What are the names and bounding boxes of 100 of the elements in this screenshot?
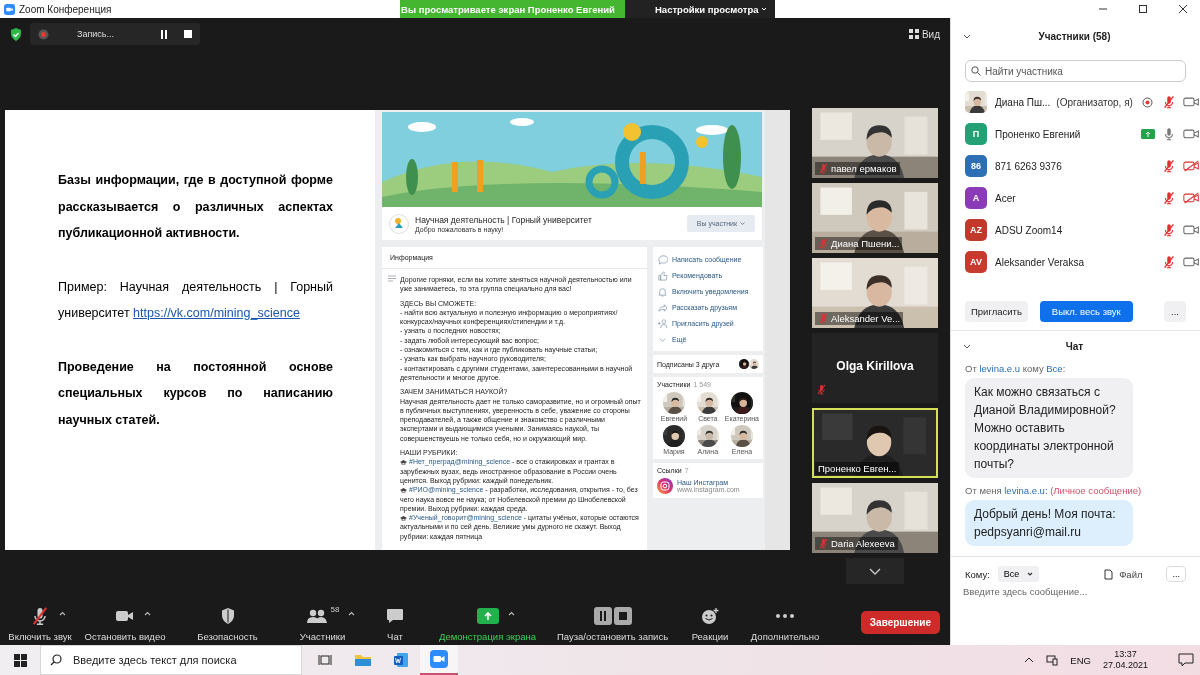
toolbar-button[interactable]: 58 Участники (285, 600, 360, 645)
participant-row[interactable]: A Acer (951, 182, 1200, 214)
invite-icon (657, 317, 668, 329)
video-icon[interactable] (1182, 256, 1200, 268)
emoji-icon (700, 607, 720, 625)
more-button[interactable]: ... (1166, 566, 1186, 582)
close-icon[interactable] (1178, 4, 1188, 14)
notification-icon[interactable] (1178, 653, 1194, 667)
file-button[interactable]: Файл (1098, 567, 1149, 581)
mic-muted-icon[interactable] (1161, 255, 1176, 269)
toolbar-button[interactable]: Пауза/остановить запись (545, 600, 680, 645)
slide-text: Проведение на постоянной основе специальных курсов по написанию научных статей. (58, 358, 333, 429)
windows-start-icon[interactable] (13, 653, 27, 667)
search-icon (971, 66, 981, 76)
recording-label: Запись... (77, 29, 116, 39)
collapse-icon[interactable] (963, 33, 971, 39)
slide-text: Базы информации, где в доступной форме рассказывается о различных аспектах публикационной активности. (58, 172, 333, 242)
link[interactable]: https://vk.com/mining_science (133, 306, 300, 320)
group-title: Научная деятельность | Горный университет (415, 214, 592, 225)
toolbar-button[interactable]: Безопасность (170, 600, 285, 645)
video-icon[interactable] (1182, 224, 1200, 236)
participant-name: 871 6263 9376 (995, 160, 1062, 172)
word-app-icon[interactable] (393, 652, 409, 668)
caret-icon[interactable] (59, 611, 66, 616)
taskbar-app-button[interactable] (420, 645, 458, 675)
message-sender: От levina.e.u кому Все: (965, 363, 1067, 374)
participant-row[interactable]: 86 871 6263 9376 (951, 150, 1200, 182)
mic-muted-icon[interactable] (1161, 95, 1176, 109)
participant-name: Aleksander Ve... (831, 313, 901, 324)
caret-icon[interactable] (348, 611, 356, 616)
list-icon (388, 275, 396, 282)
chevron-up-icon[interactable] (1024, 657, 1035, 663)
avatar: AZ (965, 219, 987, 241)
search-field[interactable]: Найти участника (965, 60, 1186, 82)
avatar: AV (965, 251, 987, 273)
device-icon[interactable] (1046, 654, 1059, 666)
view-button[interactable]: Вид (908, 28, 940, 40)
toolbar-button[interactable]: Дополнительно (740, 600, 830, 645)
panel-button[interactable]: Пригласить (965, 300, 1028, 322)
participant-name: Aleksander Veraksa (995, 256, 1084, 268)
toolbar-button[interactable]: Реакции (680, 600, 740, 645)
graduation-cap-icon (400, 460, 407, 465)
folder-icon[interactable] (354, 653, 372, 667)
clock[interactable]: 13:37 27.04.2021 (1102, 649, 1148, 671)
slide-text: Пример: Научная деятельность | Горный университет https://vk.com/mining_science (58, 278, 333, 322)
message-icon (657, 253, 668, 265)
participant-role: (Организатор, я) (1056, 96, 1133, 108)
collapse-icon[interactable] (963, 343, 971, 349)
video-camera-icon (115, 609, 135, 623)
message-sender: От меня levina.e.u: (Личное сообщение) (965, 485, 1143, 496)
mic-muted-icon[interactable] (1161, 223, 1176, 237)
mic-muted-icon[interactable] (1161, 159, 1176, 173)
video-off-icon[interactable] (1182, 192, 1200, 204)
toolbar-button[interactable]: Чат (360, 600, 430, 645)
participant-name: Проненко Евген... (818, 463, 897, 474)
record-icon (38, 28, 49, 40)
mic-muted-icon[interactable] (1161, 191, 1176, 205)
search-field[interactable]: Введите здесь текст для поиска (40, 645, 302, 675)
participant-row[interactable]: AZ ADSU Zoom14 (951, 214, 1200, 246)
avatar: П (965, 123, 987, 145)
participant-row[interactable]: AV Aleksander Veraksa (951, 246, 1200, 278)
people-icon (305, 608, 328, 624)
task-view-icon[interactable] (318, 654, 332, 666)
share-icon (657, 301, 668, 313)
participant-name: Acer (995, 192, 1016, 204)
view-options-button[interactable]: Настройки просмотра (625, 0, 776, 18)
language-indicator[interactable]: ENG (1070, 654, 1091, 666)
more-icon (775, 613, 795, 619)
window-title: Zoom Конференция (19, 3, 112, 15)
recipient-dropdown[interactable]: Все (997, 566, 1040, 582)
video-icon[interactable] (1182, 128, 1200, 140)
search-icon (50, 654, 62, 666)
maximize-icon[interactable] (1138, 4, 1148, 14)
recipient-label: Кому: (965, 568, 990, 580)
panel-button[interactable]: ... (1164, 300, 1186, 322)
caret-icon[interactable] (144, 611, 151, 616)
video-camera-icon[interactable] (430, 650, 448, 668)
group-logo-icon (389, 213, 409, 234)
chat-message: Как можно связаться с Дианой Владимировной? Можно оставить координаты электронной почты? (965, 378, 1133, 478)
panel-title: Участники (58) (1037, 30, 1112, 42)
video-icon[interactable] (1182, 96, 1200, 108)
chat-bubble-icon (386, 608, 404, 624)
participant-row[interactable]: П Проненко Евгений (951, 118, 1200, 150)
toolbar-button[interactable]: Включить звук (0, 600, 80, 645)
pause-icon[interactable] (160, 29, 168, 39)
graduation-cap-icon (400, 487, 407, 493)
shield-check-icon (10, 27, 22, 41)
chevron-down-icon (869, 567, 881, 575)
participant-name: Olga Kirillova (835, 359, 915, 373)
file-icon (1104, 568, 1114, 580)
video-off-icon[interactable] (1182, 160, 1200, 172)
shield-icon (219, 607, 236, 625)
participant-row[interactable]: Диана Пш... (Организатор, я) (951, 86, 1200, 118)
panel-button[interactable]: Выкл. весь звук (1039, 300, 1133, 322)
panel-title: Чат (1064, 340, 1085, 352)
toolbar-button[interactable]: Остановить видео (80, 600, 170, 645)
camera-app-icon (657, 478, 673, 494)
end-meeting-button[interactable]: Завершение (860, 611, 940, 634)
caret-icon[interactable] (507, 611, 515, 616)
toolbar-button[interactable]: Демонстрация экрана (430, 600, 545, 645)
